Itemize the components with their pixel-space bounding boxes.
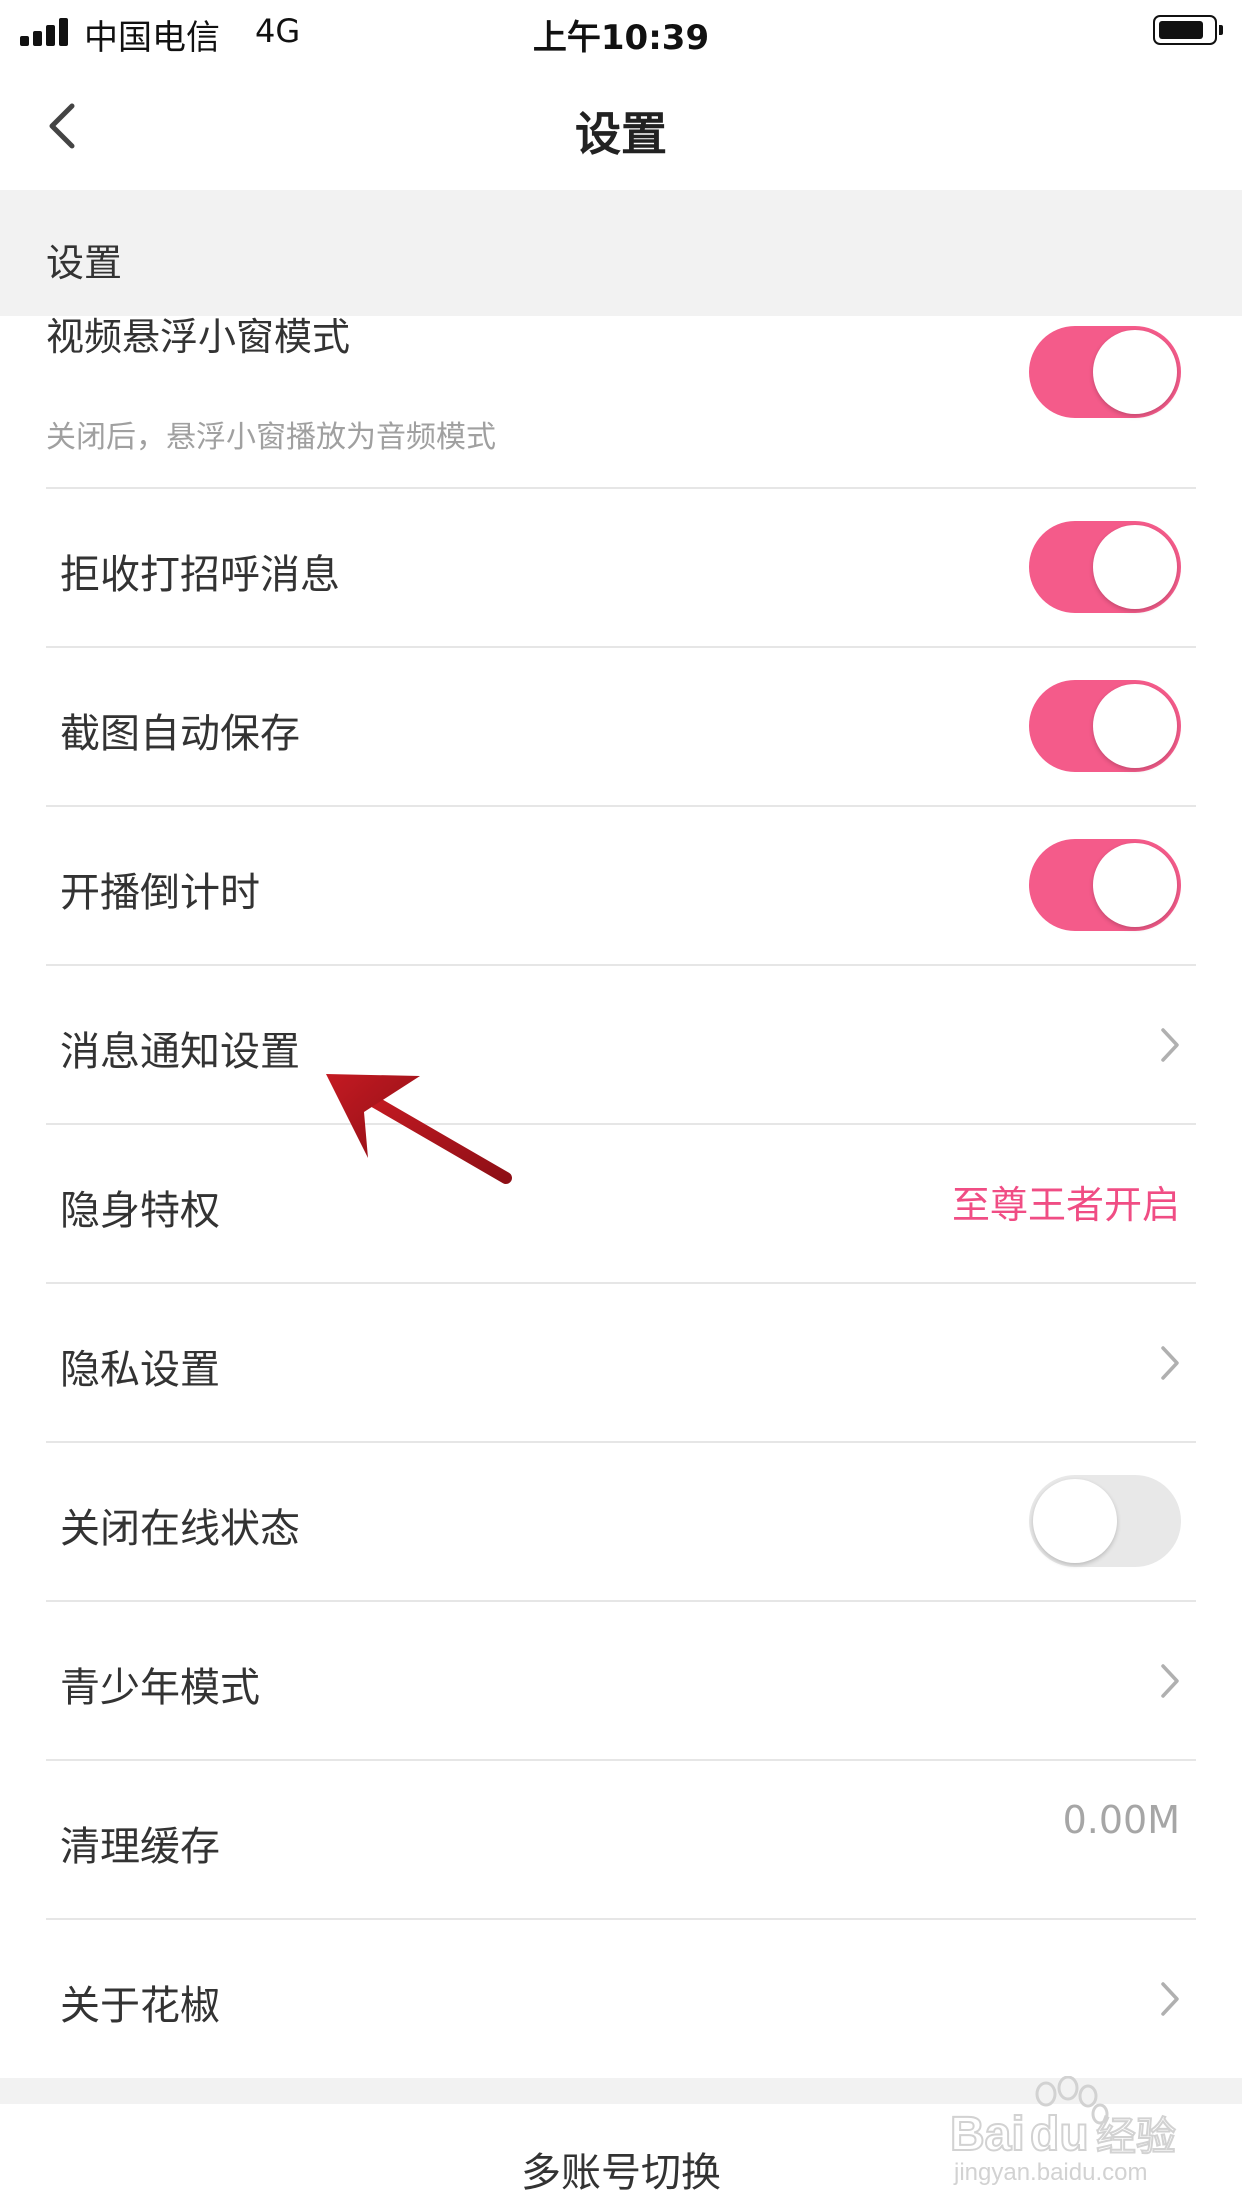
setting-label: 视频悬浮小窗模式: [46, 316, 351, 359]
toggle-knob: [1033, 1479, 1117, 1563]
setting-label: 隐私设置: [60, 1347, 220, 1393]
bottom-area: 多账号切换: [0, 2104, 1242, 2208]
chevron-right-icon: [1161, 1028, 1179, 1062]
setting-label: 截图自动保存: [60, 711, 300, 757]
chevron-right-icon: [1161, 1346, 1179, 1380]
section-header-label: 设置: [46, 241, 123, 285]
setting-label: 开播倒计时: [60, 870, 260, 916]
setting-label: 关闭在线状态: [60, 1506, 300, 1552]
section-gap: [0, 2078, 1242, 2104]
setting-row-privacy[interactable]: 隐私设置: [0, 1283, 1242, 1442]
page-title: 设置: [575, 107, 667, 161]
online-status-toggle[interactable]: [1029, 1475, 1181, 1567]
setting-row-about[interactable]: 关于花椒: [0, 1919, 1242, 2078]
settings-list: 视频悬浮小窗模式 关闭后，悬浮小窗播放为音频模式 拒收打招呼消息 截图自动保存 …: [0, 316, 1242, 2078]
stream-countdown-toggle[interactable]: [1029, 839, 1181, 931]
setting-row-clear-cache[interactable]: 清理缓存 0.00M: [0, 1760, 1242, 1919]
setting-value: 至尊王者开启: [951, 1183, 1180, 1227]
setting-row-reject-greetings: 拒收打招呼消息: [0, 488, 1242, 647]
setting-row-stream-countdown: 开播倒计时: [0, 806, 1242, 965]
setting-row-screenshot-save: 截图自动保存: [0, 647, 1242, 806]
battery-tip: [1219, 25, 1223, 35]
screenshot-save-toggle[interactable]: [1029, 680, 1181, 772]
reject-greetings-toggle[interactable]: [1029, 521, 1181, 613]
navigation-bar: 设置: [0, 62, 1242, 190]
setting-label: 隐身特权: [60, 1188, 220, 1234]
setting-label: 拒收打招呼消息: [60, 552, 340, 598]
video-float-toggle[interactable]: [1029, 326, 1181, 418]
status-bar: 中国电信 4G 上午10:39: [0, 0, 1242, 62]
toggle-knob: [1093, 843, 1177, 927]
setting-label: 青少年模式: [60, 1665, 260, 1711]
switch-account-button[interactable]: 多账号切换: [0, 2140, 1242, 2198]
toggle-knob: [1093, 684, 1177, 768]
setting-row-online-status: 关闭在线状态: [0, 1442, 1242, 1601]
setting-label: 关于花椒: [60, 1983, 220, 2029]
setting-description: 关闭后，悬浮小窗播放为音频模式: [46, 420, 496, 455]
setting-label: 清理缓存: [60, 1824, 220, 1870]
setting-row-notification-settings[interactable]: 消息通知设置: [0, 965, 1242, 1124]
status-time: 上午10:39: [532, 18, 710, 58]
setting-row-stealth-privilege[interactable]: 隐身特权 至尊王者开启: [0, 1124, 1242, 1283]
setting-row-teen-mode[interactable]: 青少年模式: [0, 1601, 1242, 1760]
chevron-right-icon: [1161, 1982, 1179, 2016]
cache-size-value: 0.00M: [1062, 1798, 1180, 1842]
section-header: 设置: [0, 190, 1242, 316]
chevron-right-icon: [1161, 1664, 1179, 1698]
toggle-knob: [1093, 330, 1177, 414]
setting-row-video-float: 视频悬浮小窗模式 关闭后，悬浮小窗播放为音频模式: [0, 316, 1242, 488]
setting-label: 消息通知设置: [60, 1029, 300, 1075]
toggle-knob: [1093, 525, 1177, 609]
battery-icon: [1153, 15, 1223, 45]
battery-level: [1159, 21, 1203, 39]
